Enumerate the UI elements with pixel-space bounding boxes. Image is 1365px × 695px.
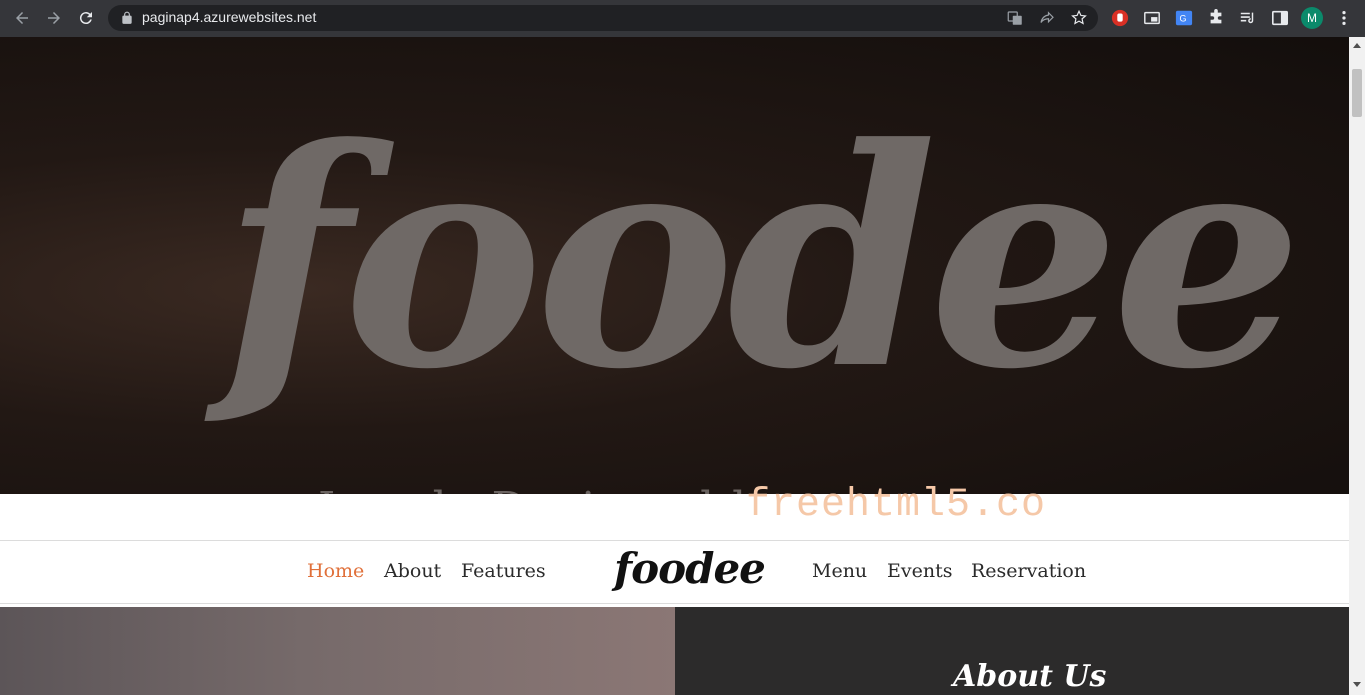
nav-link-reservation[interactable]: Reservation xyxy=(971,560,1086,582)
scroll-down-arrow[interactable] xyxy=(1353,682,1361,687)
page-viewport: foodee Lovely Designed by freehtml5.co H… xyxy=(0,37,1349,695)
back-icon[interactable] xyxy=(10,6,34,30)
scroll-thumb[interactable] xyxy=(1352,69,1362,117)
nav-link-events[interactable]: Events xyxy=(887,560,952,582)
svg-text:G: G xyxy=(1180,14,1187,24)
google-translate-icon[interactable]: G xyxy=(1174,8,1194,28)
brand-logo[interactable]: foodee xyxy=(614,544,766,593)
nav-link-about[interactable]: About xyxy=(384,560,441,582)
menu-kebab-icon[interactable] xyxy=(1334,8,1354,28)
about-image xyxy=(0,607,675,695)
media-queue-icon[interactable] xyxy=(1238,8,1258,28)
url-text[interactable]: paginap4.azurewebsites.net xyxy=(142,9,316,25)
address-bar[interactable]: paginap4.azurewebsites.net xyxy=(108,5,1098,31)
vertical-scrollbar[interactable] xyxy=(1349,37,1365,695)
bookmark-star-icon[interactable] xyxy=(1070,9,1088,27)
extensions-puzzle-icon[interactable] xyxy=(1206,8,1226,28)
translate-icon[interactable] xyxy=(1006,9,1024,27)
hero-section: foodee Lovely Designed by xyxy=(0,37,1349,494)
browser-toolbar: paginap4.azurewebsites.net G M xyxy=(0,0,1365,37)
nav-link-menu[interactable]: Menu xyxy=(812,560,867,582)
scroll-up-arrow[interactable] xyxy=(1353,43,1361,48)
nav-link-home[interactable]: Home xyxy=(307,560,364,582)
main-navigation: Home About Features foodee Menu Events R… xyxy=(0,540,1349,604)
profile-avatar[interactable]: M xyxy=(1301,7,1323,29)
side-panel-icon[interactable] xyxy=(1270,8,1290,28)
picture-in-picture-icon[interactable] xyxy=(1142,8,1162,28)
hero-subtitle: Lovely Designed by xyxy=(318,483,789,494)
watermark-text: freehtml5.co xyxy=(746,483,1047,528)
about-title: About Us xyxy=(953,659,1107,694)
reload-icon[interactable] xyxy=(74,6,98,30)
extension-hand-icon[interactable] xyxy=(1110,8,1130,28)
lock-icon[interactable] xyxy=(120,11,134,25)
hero-title: foodee xyxy=(222,82,1303,435)
forward-icon[interactable] xyxy=(42,6,66,30)
nav-link-features[interactable]: Features xyxy=(461,560,546,582)
share-icon[interactable] xyxy=(1038,9,1056,27)
about-panel: About Us xyxy=(675,607,1349,695)
